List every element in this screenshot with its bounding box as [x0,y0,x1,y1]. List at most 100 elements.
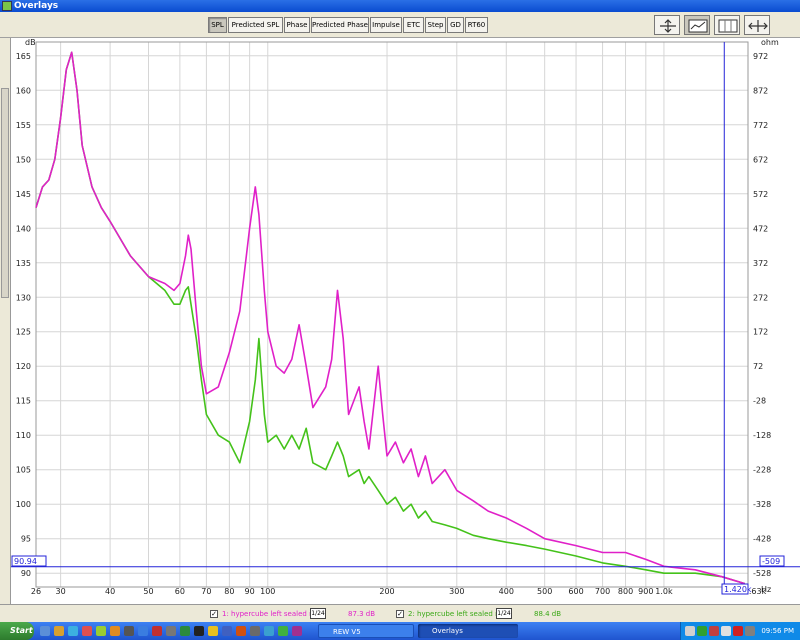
x-tick-label: 200 [379,587,394,596]
x-tick-label: 300 [449,587,464,596]
grid-view-icon[interactable] [714,15,740,35]
x-tick-label: 90 [245,587,255,596]
quicklaunch-icon[interactable] [250,626,260,636]
x-tick-label: 100 [260,587,275,596]
cursor-y-readout-text: 90.94 [14,557,37,566]
left-tick-label: 120 [16,362,31,371]
right-tick-label: 872 [753,86,768,95]
tray-icon[interactable] [733,626,743,636]
left-tick-label: 135 [16,259,31,268]
quicklaunch-icon[interactable] [194,626,204,636]
tab-predicted-phase[interactable]: Predicted Phase [311,17,369,33]
x-tick-label: 70 [201,587,211,596]
quicklaunch-icon[interactable] [68,626,78,636]
trace-2-label: 2: hypercube left sealed ri [408,610,500,618]
scrollbar-thumb[interactable] [1,88,9,298]
left-tick-label: 125 [16,328,31,337]
quicklaunch-icon[interactable] [180,626,190,636]
quicklaunch-icon[interactable] [82,626,92,636]
start-button[interactable]: Start [0,622,34,640]
right-tick-label: 972 [753,52,768,61]
right-tick-label: 172 [753,328,768,337]
tray-icon[interactable] [745,626,755,636]
x-tick-label: 26 [31,587,41,596]
left-tick-label: 140 [16,224,31,233]
plot-area[interactable]: 165 160 155 150 145 140 135 130 125 120 115 110 105 1… [11,38,800,604]
trace-1-label: 1: hypercube left sealed ri [222,610,314,618]
cursor-x-readout: 1.420k [721,583,752,595]
trace-2-smoothing[interactable]: 1/24 [496,608,512,619]
legend-item-1[interactable]: ✓ 1: hypercube left sealed ri 1/24 87.3 … [210,608,400,620]
taskbar-app-overlays[interactable]: Overlays [418,624,518,638]
right-tick-label: -328 [753,500,771,509]
taskbar-app-rew[interactable]: REW V5 [318,624,414,638]
x-tick-label: 400 [499,587,514,596]
quicklaunch-icon[interactable] [138,626,148,636]
graph-view-icon[interactable] [684,15,710,35]
tab-impulse[interactable]: Impulse [370,17,402,33]
quicklaunch-icon[interactable] [208,626,218,636]
trace-2-checkbox[interactable]: ✓ [396,610,404,618]
vertical-scrollbar[interactable] [0,38,11,622]
quicklaunch-icon[interactable] [236,626,246,636]
quicklaunch-icon[interactable] [278,626,288,636]
left-tick-label: 160 [16,86,31,95]
app-icon [2,1,12,11]
right-unit-label: ohm [761,38,779,47]
x-tick-label: 40 [105,587,115,596]
trace-1-checkbox[interactable]: ✓ [210,610,218,618]
cursor-right-readout-text: -509 [762,557,780,566]
legend-item-2[interactable]: ✓ 2: hypercube left sealed ri 1/24 88.4 … [396,608,586,620]
cursor-right-readout: -509 [759,555,785,567]
horizontal-zoom-icon[interactable] [744,15,770,35]
tab-step[interactable]: Step [425,17,446,33]
quicklaunch-icon[interactable] [264,626,274,636]
tray-icon[interactable] [709,626,719,636]
vertical-zoom-icon[interactable] [654,15,680,35]
taskbar: Start REW V5 Overlays 09:56 PM [0,622,800,640]
right-tick-label: -128 [753,431,771,440]
right-tick-label: 672 [753,155,768,164]
x-tick-label: 1.0k [655,587,673,596]
x-tick-label: 800 [618,587,633,596]
right-tick-label: 72 [753,362,763,371]
plot-frame [35,41,749,588]
x-tick-label: 700 [595,587,610,596]
quicklaunch-icon[interactable] [54,626,64,636]
left-tick-label: 95 [21,535,31,544]
tab-spl[interactable]: SPL [208,17,227,33]
tab-gd[interactable]: GD [447,17,464,33]
x-tick-label: 600 [568,587,583,596]
quicklaunch-icon[interactable] [110,626,120,636]
spl-graph[interactable]: 165 160 155 150 145 140 135 130 125 120 115 110 105 1… [11,38,800,604]
title-bar: Overlays [0,0,800,12]
right-tick-label: 572 [753,190,768,199]
tray-icon[interactable] [721,626,731,636]
trace-1-smoothing[interactable]: 1/24 [310,608,326,619]
tray-icon[interactable] [697,626,707,636]
right-tick-label: 772 [753,121,768,130]
tab-predicted-spl[interactable]: Predicted SPL [228,17,283,33]
tray-icon[interactable] [685,626,695,636]
right-tick-label: -228 [753,466,771,475]
x-tick-label: 30 [56,587,66,596]
legend-bar: ✓ 1: hypercube left sealed ri 1/24 87.3 … [0,604,800,622]
tab-etc[interactable]: ETC [403,17,424,33]
quicklaunch-icon[interactable] [96,626,106,636]
quicklaunch-icon[interactable] [222,626,232,636]
tab-rt60[interactable]: RT60 [465,17,488,33]
left-tick-label: 155 [16,121,31,130]
x-tick-label: 50 [143,587,153,596]
quicklaunch-icon[interactable] [40,626,50,636]
right-axis-ticks: 972 872 772 672 572 472 372 272 172 72 -28 -128 -228… [753,52,771,578]
right-tick-label: -528 [753,569,771,578]
quicklaunch-icon[interactable] [292,626,302,636]
quicklaunch-icon[interactable] [124,626,134,636]
left-tick-label: 150 [16,155,31,164]
trace-2-level: 88.4 dB [534,610,562,618]
quicklaunch-icon[interactable] [152,626,162,636]
tab-phase[interactable]: Phase [284,17,310,33]
left-tick-label: 130 [16,293,31,302]
quicklaunch-icon[interactable] [166,626,176,636]
cursor-x-readout-text: 1.420k [724,585,752,594]
